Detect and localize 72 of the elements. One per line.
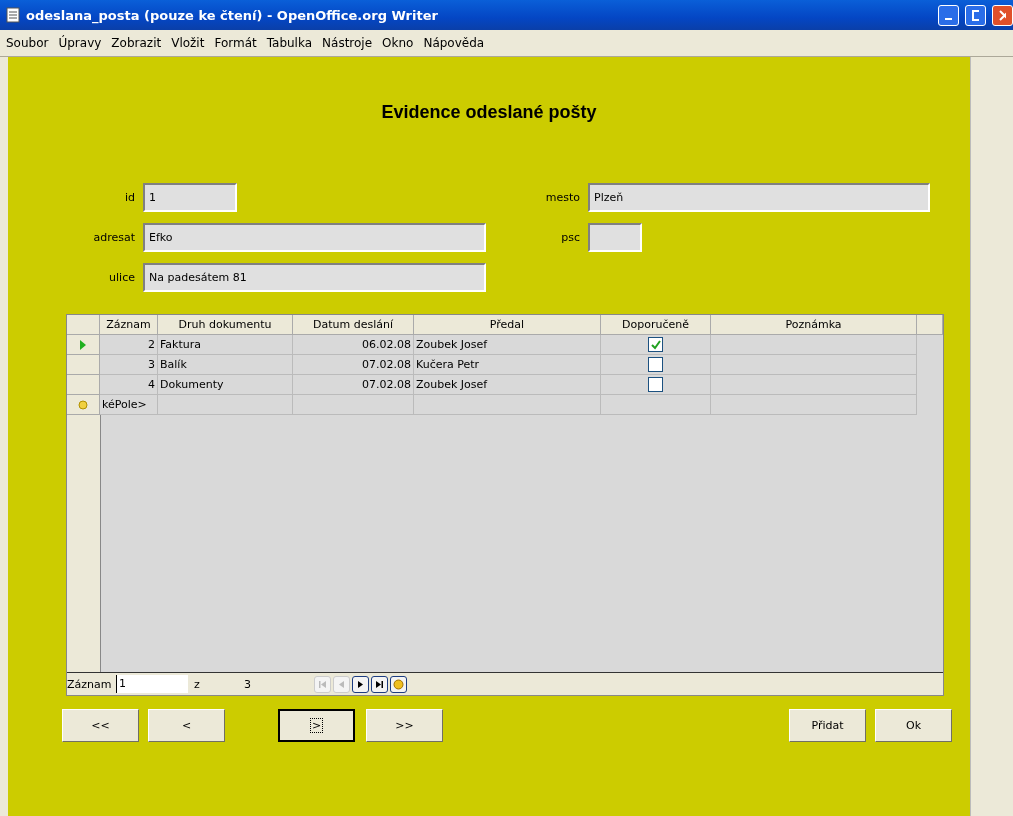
table-cell: Kučera Petr (414, 355, 601, 375)
table-cell: Faktura (158, 335, 293, 355)
minimize-button[interactable] (938, 4, 959, 26)
menu-item[interactable]: Zobrazit (111, 36, 162, 50)
column-header[interactable]: Doporučeně (601, 315, 711, 335)
checkbox[interactable] (648, 357, 663, 372)
new-record-icon (393, 678, 404, 690)
action-button[interactable]: Ok (875, 709, 952, 742)
text-field[interactable]: Efko (143, 223, 486, 252)
table-cell: 06.02.08 (293, 335, 414, 355)
column-header[interactable]: Datum deslání (293, 315, 414, 335)
window-title: odeslana_posta (pouze ke čtení) - OpenOffice.org Writer (26, 7, 439, 23)
field-label: mesto (544, 191, 580, 204)
menu-item[interactable]: Nápověda (423, 36, 485, 50)
column-header[interactable]: Předal (414, 315, 601, 335)
of-label: z (194, 677, 201, 691)
table-cell: 07.02.08 (293, 375, 414, 395)
field-label: ulice (108, 271, 135, 284)
column-header[interactable]: Druh dokumentu (158, 315, 293, 335)
menu-item[interactable]: Tabulka (266, 36, 313, 50)
record-count: 3 (244, 677, 252, 691)
navigation-button[interactable] (352, 675, 369, 693)
menu-item[interactable]: Vložit (171, 36, 205, 50)
new-record-icon (78, 399, 88, 410)
table-cell: Dokumenty (158, 375, 293, 395)
table-cell: Zoubek Josef (414, 375, 601, 395)
current-row-icon (79, 339, 87, 350)
close-icon (999, 9, 1006, 21)
navigation-button[interactable]: > (278, 709, 355, 742)
field-label: id (123, 191, 135, 204)
corner-header (67, 315, 100, 335)
first-record-icon (318, 679, 327, 689)
table-cell: kéPole> (100, 395, 158, 415)
maximize-button[interactable] (965, 4, 986, 26)
menu-item[interactable]: Formát (214, 36, 257, 50)
previous-record-icon (337, 679, 346, 689)
table-cell: Zoubek Josef (414, 335, 601, 355)
last-record-icon (375, 679, 384, 689)
action-button[interactable]: Přidat (789, 709, 866, 742)
close-button[interactable] (992, 4, 1013, 26)
menu-item[interactable]: Úpravy (58, 36, 102, 50)
table-cell: 3 (100, 355, 158, 375)
text-field[interactable]: Plzeň (588, 183, 930, 212)
text-field[interactable] (588, 223, 642, 252)
text-field[interactable]: Na padesátem 81 (143, 263, 486, 292)
table-cell: Balík (158, 355, 293, 375)
menu-item[interactable]: Nástroje (322, 36, 373, 50)
menu-item[interactable]: Soubor (6, 36, 49, 50)
navigation-button[interactable] (371, 675, 388, 693)
navigation-button[interactable] (390, 675, 407, 693)
next-record-icon (356, 679, 365, 689)
menu-item[interactable]: Okno (382, 36, 414, 50)
maximize-icon (972, 9, 979, 21)
column-header[interactable]: Záznam (100, 315, 158, 335)
navigation-button[interactable]: >> (366, 709, 443, 742)
column-header[interactable]: Poznámka (711, 315, 917, 335)
minimize-icon (945, 18, 952, 20)
navigation-button[interactable]: << (62, 709, 139, 742)
field-label: psc (560, 231, 580, 244)
text-field[interactable]: 1 (143, 183, 237, 212)
checkbox[interactable] (648, 337, 663, 352)
column-header (917, 315, 943, 335)
field-label: adresat (92, 231, 135, 244)
checkbox[interactable] (648, 377, 663, 392)
table-cell: 4 (100, 375, 158, 395)
document-icon (6, 7, 20, 23)
table-cell: 2 (100, 335, 158, 355)
table-cell: 07.02.08 (293, 355, 414, 375)
record-label: Záznam (67, 677, 113, 691)
navigation-button[interactable]: < (148, 709, 225, 742)
form-heading: Evidence odeslané pošty (380, 102, 598, 123)
record-field[interactable]: 1 (116, 675, 188, 693)
